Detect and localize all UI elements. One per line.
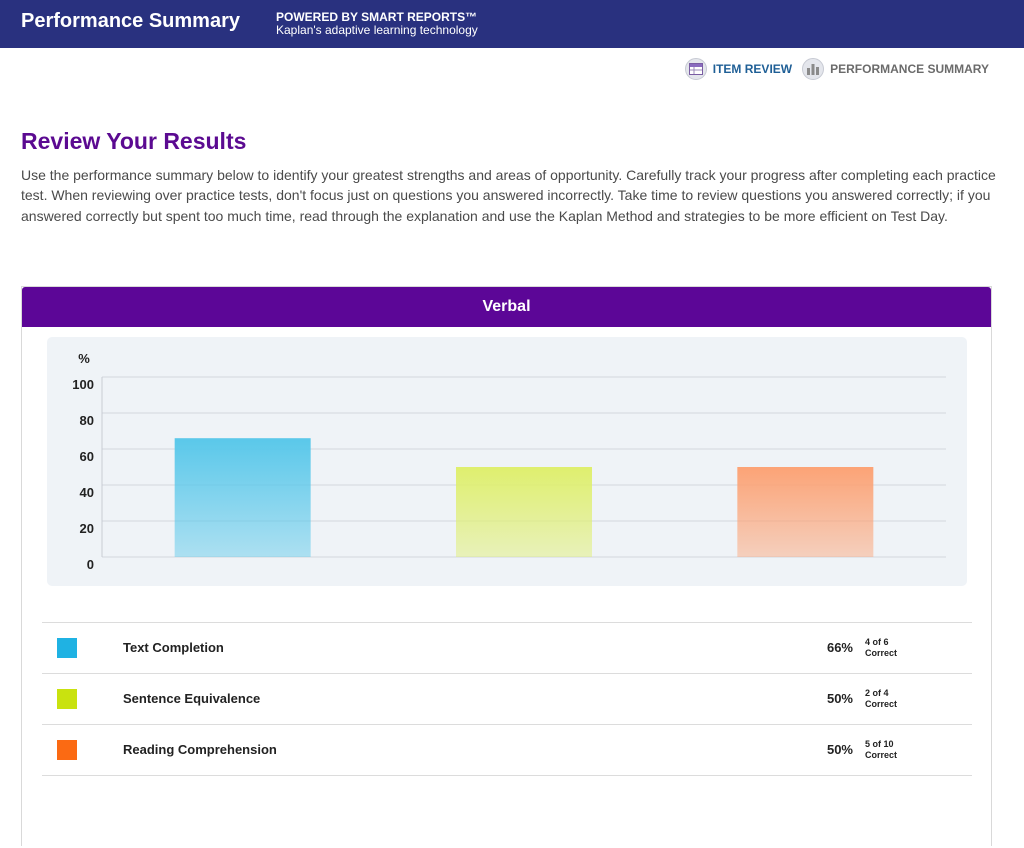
legend-score: 4 of 6 Correct xyxy=(865,637,897,659)
bar-sentence-equivalence xyxy=(456,467,592,557)
performance-summary-link[interactable]: PERFORMANCE SUMMARY xyxy=(802,58,989,80)
item-review-label: ITEM REVIEW xyxy=(712,62,793,76)
legend-swatch xyxy=(57,689,77,709)
item-review-link[interactable]: ITEM REVIEW xyxy=(684,58,793,80)
chart-container: % 100 80 60 40 20 0 xyxy=(47,337,967,586)
legend-label: Text Completion xyxy=(123,640,224,655)
header-subtitle: Kaplan's adaptive learning technology xyxy=(276,23,478,37)
bar-chart: % 100 80 60 40 20 0 xyxy=(72,351,946,572)
top-header-bar: Performance Summary POWERED BY SMART REP… xyxy=(0,0,1024,48)
legend-label: Sentence Equivalence xyxy=(123,691,261,706)
y-tick-label: 20 xyxy=(80,521,94,536)
legend-percent: 50% xyxy=(826,742,853,757)
legend-row: Reading Comprehension 50% 5 of 10 Correct xyxy=(42,725,972,776)
legend-score: 2 of 4 Correct xyxy=(865,688,897,710)
legend-row: Sentence Equivalence 50% 2 of 4 Correct xyxy=(42,674,972,725)
legend-swatch xyxy=(57,740,77,760)
score-correct: Correct xyxy=(865,699,898,709)
bar-reading-comprehension xyxy=(737,467,874,557)
page-title: Review Your Results xyxy=(21,128,247,154)
legend-list: Text Completion 66% 4 of 6 Correct Senten… xyxy=(42,622,972,776)
score-count: 4 of 6 xyxy=(865,637,889,647)
score-count: 5 of 10 xyxy=(865,739,894,749)
score-correct: Correct xyxy=(865,648,898,658)
legend-percent: 66% xyxy=(826,640,853,655)
y-tick-label: 100 xyxy=(72,377,94,392)
item-review-icon xyxy=(684,58,707,80)
y-axis-label: % xyxy=(78,351,90,366)
legend-swatch xyxy=(57,638,77,658)
y-tick-label: 40 xyxy=(80,485,94,500)
app-title: Performance Summary xyxy=(21,10,240,32)
report-nav: ITEM REVIEW PERFORMANCE SUMMARY xyxy=(675,57,989,81)
verbal-panel: Verbal % 100 80 60 40 20 0 Text Completion 66%… xyxy=(21,286,992,846)
score-correct: Correct xyxy=(865,750,898,760)
section-title: Verbal xyxy=(22,287,991,327)
legend-label: Reading Comprehension xyxy=(123,742,277,757)
performance-summary-label: PERFORMANCE SUMMARY xyxy=(830,62,989,76)
legend-percent: 50% xyxy=(826,691,853,706)
score-count: 2 of 4 xyxy=(865,688,889,698)
performance-summary-icon xyxy=(802,58,825,80)
y-tick-label: 60 xyxy=(80,449,94,464)
legend-row: Text Completion 66% 4 of 6 Correct xyxy=(42,623,972,674)
y-tick-label: 80 xyxy=(80,413,94,428)
y-tick-label: 0 xyxy=(87,557,94,572)
intro-paragraph: Use the performance summary below to ide… xyxy=(21,167,996,224)
legend-score: 5 of 10 Correct xyxy=(865,739,897,761)
bar-text-completion xyxy=(174,438,311,557)
